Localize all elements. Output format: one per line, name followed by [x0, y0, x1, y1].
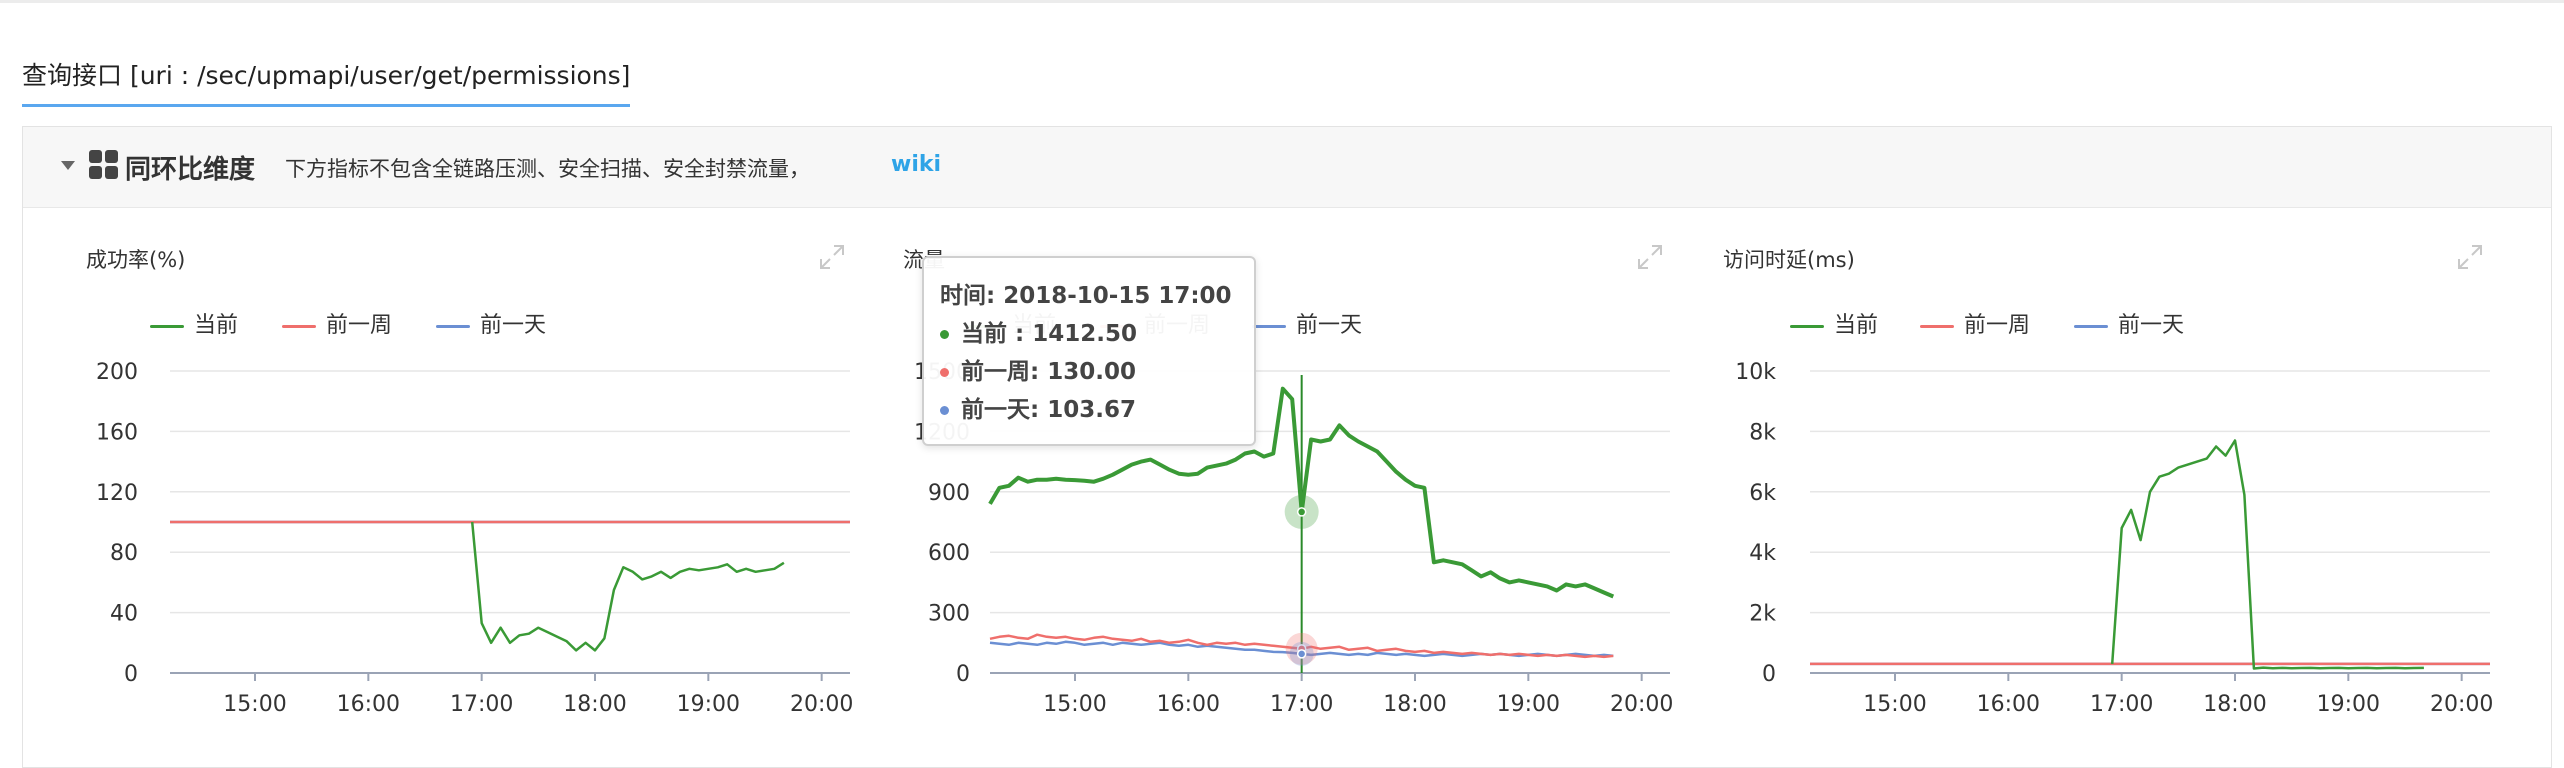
x-tick-label: 17:00	[1270, 692, 1333, 717]
x-tick-label: 15:00	[1863, 692, 1926, 717]
tooltip-time: 时间: 2018-10-15 17:00	[940, 283, 1232, 309]
y-tick-label: 900	[928, 481, 970, 506]
x-tick-label: 20:00	[1610, 692, 1673, 717]
y-tick-label: 80	[110, 541, 138, 566]
x-tick-label: 19:00	[2317, 692, 2380, 717]
x-tick-label: 20:00	[2430, 692, 2493, 717]
dot-icon	[940, 330, 949, 339]
y-tick-label: 8k	[1749, 420, 1776, 445]
y-tick-label: 300	[928, 602, 970, 627]
x-tick-label: 15:00	[1043, 692, 1106, 717]
y-tick-label: 0	[124, 662, 138, 687]
y-tick-label: 6k	[1749, 481, 1776, 506]
x-tick-label: 17:00	[450, 692, 513, 717]
hover-point-current	[1296, 507, 1307, 517]
y-tick-label: 160	[96, 420, 138, 445]
y-tick-label: 4k	[1749, 541, 1776, 566]
x-tick-label: 16:00	[1157, 692, 1220, 717]
x-tick-label: 15:00	[223, 692, 286, 717]
y-tick-label: 600	[928, 541, 970, 566]
series-line-current	[470, 521, 785, 652]
dot-icon	[940, 368, 949, 377]
x-tick-label: 18:00	[1383, 692, 1446, 717]
y-tick-label: 200	[96, 360, 138, 385]
y-tick-label: 0	[956, 662, 970, 687]
chart-tooltip: 时间: 2018-10-15 17:00 当前 : 1412.50 前一周: 1…	[922, 256, 1256, 446]
tooltip-current: 当前 : 1412.50	[940, 314, 1137, 348]
tooltip-yesterday: 前一天: 103.67	[940, 390, 1136, 424]
x-tick-label: 16:00	[1977, 692, 2040, 717]
x-tick-label: 19:00	[677, 692, 740, 717]
x-tick-label: 17:00	[2090, 692, 2153, 717]
y-tick-label: 0	[1762, 662, 1776, 687]
x-tick-label: 18:00	[2203, 692, 2266, 717]
dot-icon	[940, 406, 949, 415]
hover-point-yesterday	[1296, 649, 1307, 659]
x-tick-label: 16:00	[337, 692, 400, 717]
x-tick-label: 18:00	[563, 692, 626, 717]
y-tick-label: 120	[96, 481, 138, 506]
x-tick-label: 20:00	[790, 692, 853, 717]
y-tick-label: 10k	[1735, 360, 1776, 385]
charts-canvas: 0 40 80 120 160 200 15:00 16:00 17:00 18:00 19:00 2…	[96, 360, 2493, 717]
y-tick-label: 40	[110, 602, 138, 627]
y-tick-label: 2k	[1749, 602, 1776, 627]
series-line-current	[2110, 439, 2424, 670]
x-tick-label: 19:00	[1497, 692, 1560, 717]
tooltip-last-week: 前一周: 130.00	[940, 352, 1136, 386]
